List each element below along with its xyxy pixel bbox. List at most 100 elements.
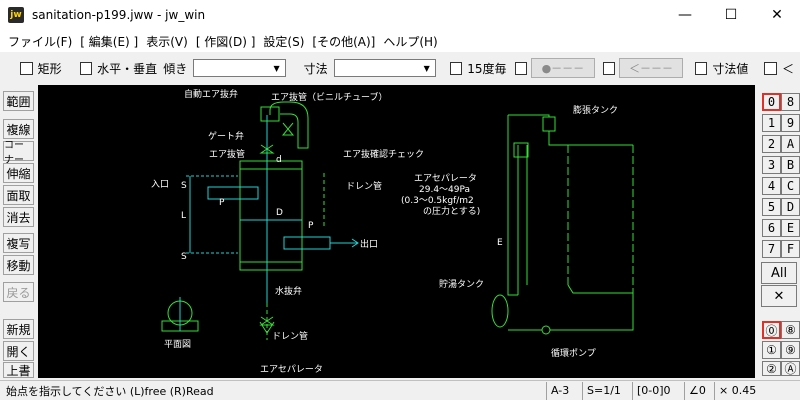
window-title: sanitation-p199.jww - jw_win bbox=[32, 8, 206, 22]
app-icon: jw bbox=[8, 7, 24, 23]
layer-cross-button[interactable]: ✕ bbox=[761, 285, 797, 307]
expansion-drop bbox=[548, 131, 568, 146]
menu-edit[interactable]: [ 編集(E) ] bbox=[76, 33, 142, 50]
tool-undo-button[interactable]: 戻る bbox=[3, 282, 34, 302]
layer-button-2[interactable]: 2 bbox=[762, 135, 781, 153]
tool-erase-button[interactable]: 消去 bbox=[3, 207, 34, 227]
group-button-a[interactable]: Ⓐ bbox=[781, 361, 800, 376]
dim-combo[interactable]: ▼ bbox=[333, 59, 436, 77]
pump-symbol bbox=[541, 325, 551, 335]
label-auto-air: 自動エア抜弁 bbox=[184, 88, 238, 100]
point-checkbox[interactable] bbox=[514, 61, 528, 75]
maximize-button[interactable]: ☐ bbox=[708, 0, 754, 30]
layer-button-7[interactable]: 7 bbox=[762, 240, 781, 258]
label-pump: 循環ポンプ bbox=[551, 347, 596, 359]
label-l: L bbox=[181, 211, 186, 221]
label-drain: ドレン管 bbox=[346, 180, 382, 192]
scale-value[interactable]: S=1/1 bbox=[582, 381, 632, 400]
minimize-button[interactable]: — bbox=[662, 0, 708, 30]
group-button-1[interactable]: ① bbox=[762, 341, 781, 359]
tilt-combo[interactable]: ▼ bbox=[193, 59, 286, 77]
label-inlet: 入口 bbox=[151, 179, 169, 190]
layer-button-c[interactable]: C bbox=[781, 177, 800, 195]
menu-settings[interactable]: 設定(S) bbox=[259, 33, 308, 50]
paper-size[interactable]: A-3 bbox=[546, 381, 582, 400]
angle-value[interactable]: ∠0 bbox=[684, 381, 714, 400]
outlet-pipe bbox=[283, 236, 331, 250]
zoom-factor[interactable]: × 0.45 bbox=[714, 381, 756, 400]
tool-move-button[interactable]: 移動 bbox=[3, 255, 34, 275]
layer-button-d[interactable]: D bbox=[781, 198, 800, 216]
expansion-tank bbox=[542, 116, 556, 132]
menu-other[interactable]: [その他(A)] bbox=[308, 33, 379, 50]
tool-copy-button[interactable]: 複写 bbox=[3, 233, 34, 253]
layer-button-9[interactable]: 9 bbox=[781, 114, 800, 132]
tool-new-button[interactable]: 新規 bbox=[3, 319, 34, 339]
layer-button-a[interactable]: A bbox=[781, 135, 800, 153]
status-bar: 始点を指示してください (L)free (R)Read A-3 S=1/1 [0… bbox=[0, 380, 800, 400]
tool-open-button[interactable]: 開く bbox=[3, 341, 34, 361]
separator-box bbox=[513, 142, 529, 158]
menu-draw[interactable]: [ 作図(D) ] bbox=[192, 33, 260, 50]
drawing-canvas[interactable]: 自動エア抜弁 エア抜管（ビニルチューブ） ゲート弁 エア抜管 d エア抜確認チェ… bbox=[38, 85, 755, 378]
rect-checkbox[interactable] bbox=[20, 61, 33, 75]
riser-join bbox=[507, 275, 518, 296]
label-water-valve: 水抜弁 bbox=[275, 285, 302, 297]
tool-chamfer-button[interactable]: 面取 bbox=[3, 185, 34, 205]
menu-view[interactable]: 表示(V) bbox=[142, 33, 192, 50]
header-bottom bbox=[567, 284, 633, 294]
group-button-9[interactable]: ⑨ bbox=[781, 341, 800, 359]
gate-valve bbox=[281, 122, 295, 136]
layer-button-1[interactable]: 1 bbox=[762, 114, 781, 132]
storage-tank bbox=[491, 294, 509, 328]
drawing-svg: 自動エア抜弁 エア抜管（ビニルチューブ） ゲート弁 エア抜管 d エア抜確認チェ… bbox=[151, 88, 634, 375]
label-expansion: 膨張タンク bbox=[573, 104, 618, 116]
group-button-0[interactable]: ⓪ bbox=[762, 321, 781, 339]
layer-all-button[interactable]: All bbox=[761, 262, 797, 284]
layer-button-5[interactable]: 5 bbox=[762, 198, 781, 216]
arrow-line-button[interactable]: ＜－－－ bbox=[619, 58, 683, 78]
label-d: d bbox=[276, 155, 282, 165]
label-air-check: エア抜確認チェック bbox=[343, 148, 424, 160]
hv-label: 水平・垂直 bbox=[97, 61, 158, 76]
status-message: 始点を指示してください (L)free (R)Read bbox=[6, 384, 214, 398]
tool-range-button[interactable]: 範囲 bbox=[3, 91, 34, 111]
arrow-checkbox[interactable] bbox=[602, 61, 616, 75]
tool-save-button[interactable]: 上書 bbox=[3, 362, 34, 378]
layer-status[interactable]: [0-0]0 bbox=[632, 381, 684, 400]
rect-label: 矩形 bbox=[37, 61, 62, 76]
label-separator: エアセパレータ bbox=[260, 364, 323, 375]
group-button-8[interactable]: ⑧ bbox=[781, 321, 800, 339]
label-pressure1: 29.4～49Pa bbox=[419, 185, 470, 195]
layer-button-b[interactable]: B bbox=[781, 156, 800, 174]
menu-help[interactable]: ヘルプ(H) bbox=[379, 33, 441, 50]
layer-button-3[interactable]: 3 bbox=[762, 156, 781, 174]
label-s-bot: S bbox=[181, 252, 187, 262]
tool-corner-button[interactable]: コーナー bbox=[3, 140, 34, 166]
inlet-pipe bbox=[207, 186, 259, 200]
group-button-2[interactable]: ② bbox=[762, 361, 781, 376]
layer-button-e[interactable]: E bbox=[781, 219, 800, 237]
last-label: ＜ bbox=[781, 61, 794, 76]
point-line-button[interactable]: ●－－－ bbox=[531, 58, 595, 78]
hv-checkbox[interactable] bbox=[79, 61, 93, 75]
last-checkbox[interactable] bbox=[764, 61, 777, 75]
label-pressure3: の圧力とする) bbox=[423, 205, 480, 217]
label-air-pipe2: エア抜管 bbox=[209, 148, 245, 160]
return-line bbox=[598, 293, 634, 331]
label-p1: P bbox=[219, 198, 225, 208]
bottom-flange bbox=[239, 261, 303, 271]
layer-button-0[interactable]: 0 bbox=[762, 93, 781, 111]
layer-button-8[interactable]: 8 bbox=[781, 93, 800, 111]
close-button[interactable]: ✕ bbox=[754, 0, 800, 30]
dimval-checkbox[interactable] bbox=[694, 61, 708, 75]
label-separator2: エアセパレータ bbox=[414, 173, 477, 184]
deg15-checkbox[interactable] bbox=[449, 61, 463, 75]
menu-file[interactable]: ファイル(F) bbox=[4, 33, 76, 50]
layer-button-f[interactable]: F bbox=[781, 240, 800, 258]
tool-stretch-button[interactable]: 伸縮 bbox=[3, 163, 34, 183]
layer-button-6[interactable]: 6 bbox=[762, 219, 781, 237]
menu-bar: ファイル(F) [ 編集(E) ] 表示(V) [ 作図(D) ] 設定(S) … bbox=[0, 30, 800, 52]
dim-label: 寸法 bbox=[303, 61, 328, 76]
layer-button-4[interactable]: 4 bbox=[762, 177, 781, 195]
